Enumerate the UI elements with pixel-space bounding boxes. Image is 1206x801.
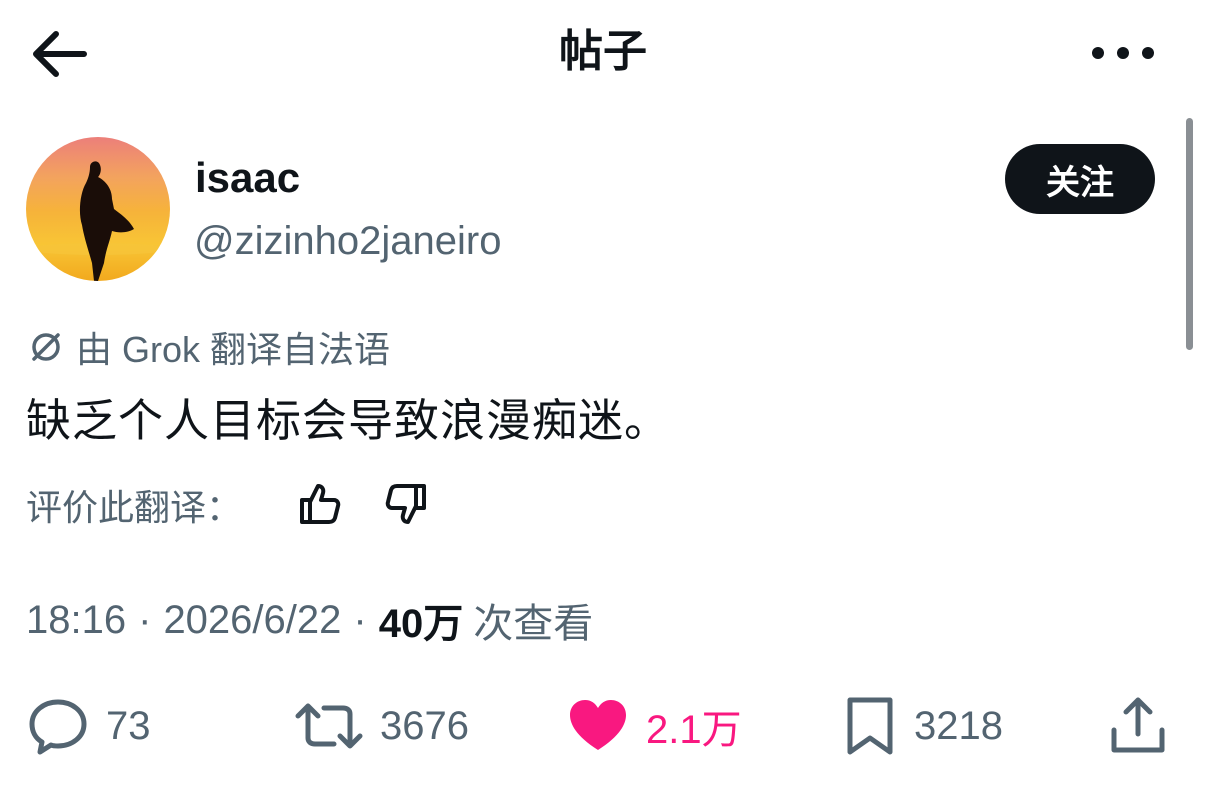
reply-count: 73	[106, 703, 151, 748]
bookmark-button[interactable]: 3218	[842, 694, 1003, 758]
bookmark-count: 3218	[914, 703, 1003, 748]
arrow-left-icon	[33, 31, 87, 77]
retweet-icon	[295, 703, 363, 749]
retweet-button[interactable]: 3676	[294, 694, 469, 758]
tweet-date[interactable]: 2026/6/22	[163, 598, 341, 643]
thumbs-down-button[interactable]	[382, 480, 430, 528]
like-button[interactable]: 2.1万	[566, 694, 742, 758]
reply-icon	[29, 699, 87, 755]
heart-filled-icon	[570, 700, 626, 750]
retweet-count: 3676	[380, 703, 469, 748]
tweet-text: 缺乏个人目标会导致浪漫痴迷。	[26, 395, 671, 446]
rate-translation-label: 评价此翻译：	[26, 487, 243, 528]
display-name[interactable]: isaac	[195, 152, 300, 204]
more-horizontal-icon	[1092, 47, 1154, 59]
user-handle[interactable]: @zizinho2janeiro	[194, 216, 501, 266]
bookmark-icon	[847, 697, 893, 755]
meta-separator: ·	[138, 597, 152, 642]
follow-button[interactable]: 关注	[1005, 144, 1155, 214]
like-count: 2.1万	[646, 708, 742, 752]
translation-note-label: 由 Grok 翻译自法语	[76, 329, 391, 370]
avatar-silhouette	[28, 161, 168, 281]
back-button[interactable]	[28, 22, 92, 86]
more-button[interactable]	[1088, 30, 1158, 76]
meta-separator: ·	[353, 597, 367, 642]
translate-icon	[32, 333, 60, 361]
tweet-time[interactable]: 18:16	[26, 598, 126, 643]
scrollbar[interactable]	[1186, 118, 1193, 350]
thumbs-up-button[interactable]	[296, 480, 344, 528]
views-label: 次查看	[473, 602, 594, 646]
views-count[interactable]: 40万	[379, 591, 464, 649]
share-icon	[1111, 697, 1165, 753]
avatar[interactable]	[26, 137, 170, 281]
translation-note: 由 Grok 翻译自法语	[26, 322, 390, 372]
thumbs-down-icon	[385, 484, 426, 524]
reply-button[interactable]: 73	[26, 694, 151, 758]
thumbs-up-icon	[300, 484, 341, 524]
page-title-wrap: 帖子	[0, 24, 1206, 80]
page-title: 帖子	[559, 27, 647, 76]
share-button[interactable]	[1108, 694, 1184, 758]
tweet-meta: 18:16 · 2026/6/22 · 40万 次查看	[26, 592, 593, 648]
